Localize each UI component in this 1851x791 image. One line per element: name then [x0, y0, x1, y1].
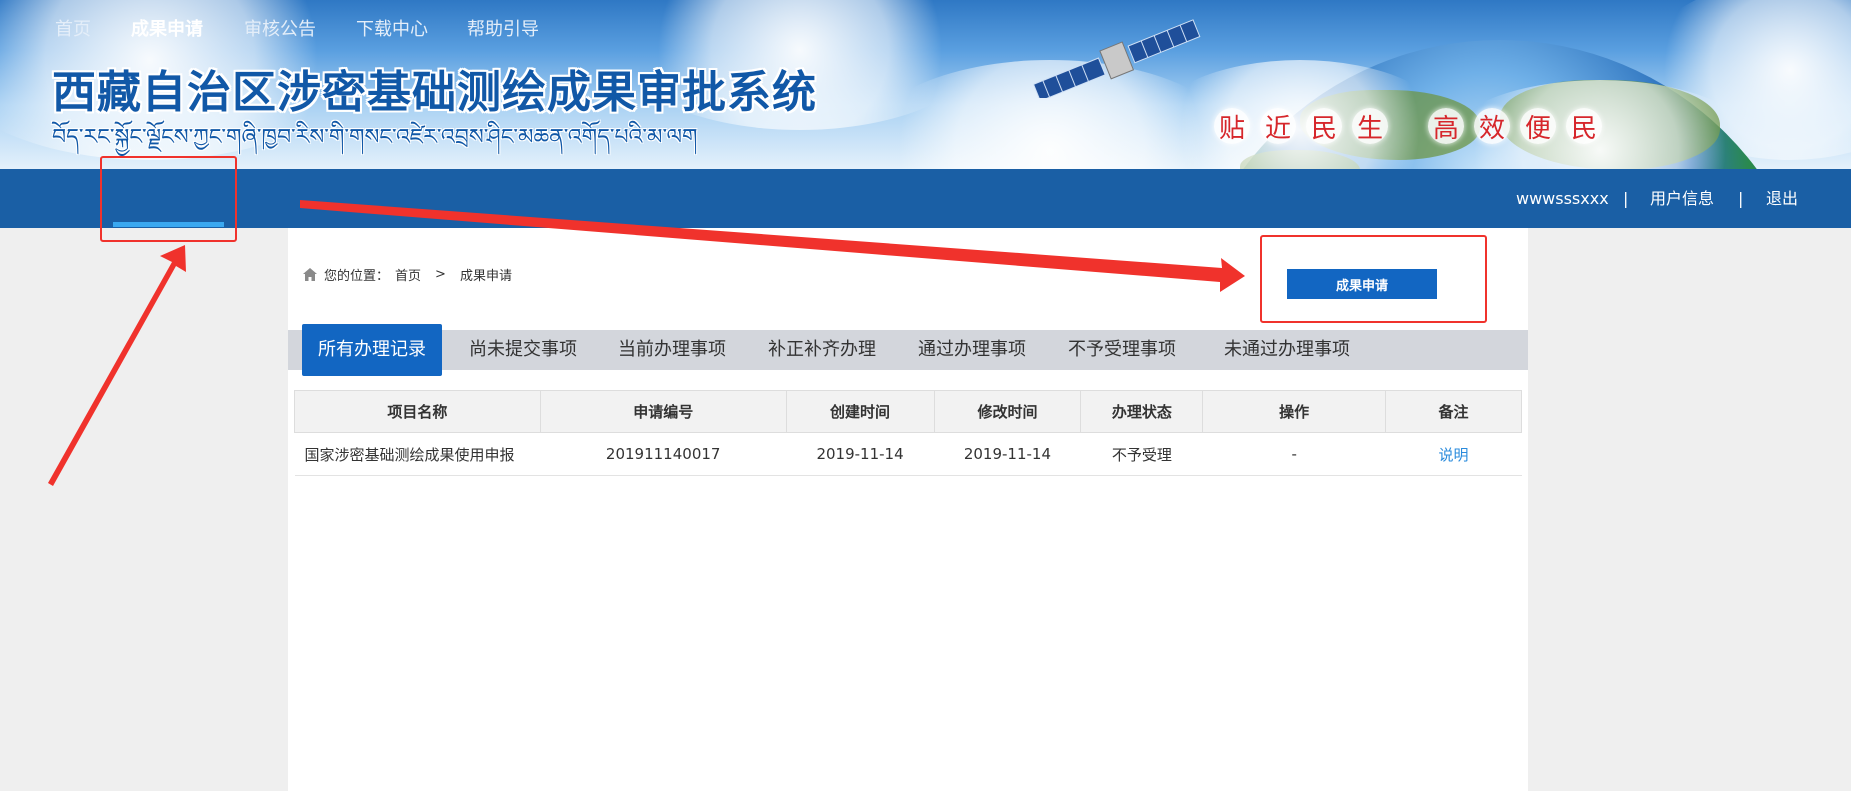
annotation-arrow-right: [300, 200, 1245, 292]
annotation-arrow-up: [48, 245, 186, 486]
annotation-arrows: [48, 200, 1245, 486]
